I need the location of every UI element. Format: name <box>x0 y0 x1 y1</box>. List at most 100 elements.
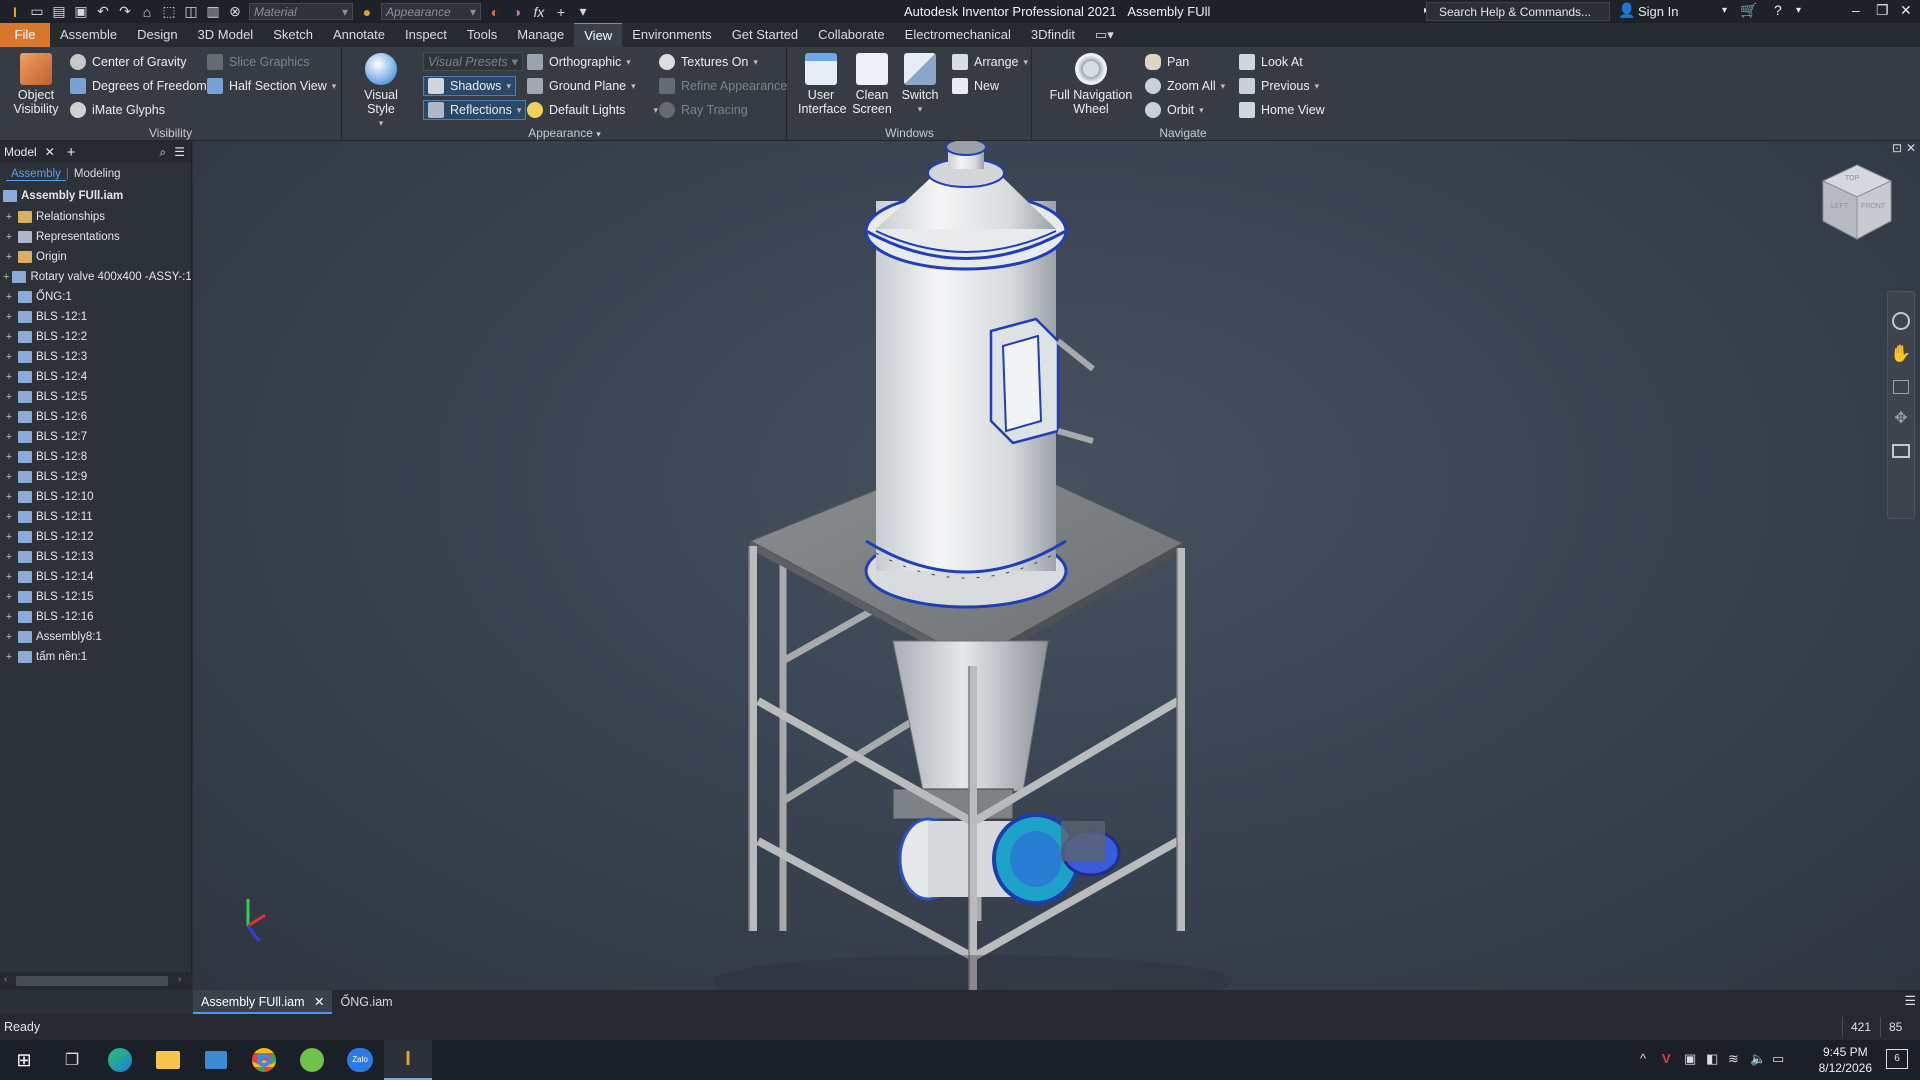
zoom-all-button[interactable]: Zoom All ▾ <box>1145 78 1225 94</box>
new-window-button[interactable]: New <box>952 78 999 94</box>
tree-node[interactable]: + BLS -12:15 <box>0 587 191 607</box>
tray-display-icon[interactable]: ◧ <box>1706 1051 1718 1067</box>
tree-node[interactable]: + BLS -12:16 <box>0 607 191 627</box>
close-circle-icon[interactable]: ⊗ <box>224 3 246 20</box>
tree-node[interactable]: + BLS -12:7 <box>0 427 191 447</box>
pan-hand-icon[interactable]: ✋ <box>1888 344 1914 364</box>
tree-node[interactable]: + BLS -12:12 <box>0 527 191 547</box>
expand-icon[interactable]: + <box>3 431 15 443</box>
degrees-of-freedom-button[interactable]: Degrees of Freedom <box>70 78 207 94</box>
app-taskbar-button[interactable] <box>192 1040 240 1080</box>
task-view-button[interactable]: ❐ <box>48 1040 96 1080</box>
expand-icon[interactable]: + <box>3 371 15 383</box>
tab-sketch[interactable]: Sketch <box>263 23 323 47</box>
tray-overflow-icon[interactable]: ^ <box>1640 1051 1646 1066</box>
tab-view[interactable]: View <box>574 23 623 47</box>
tab-annotate[interactable]: Annotate <box>323 23 395 47</box>
expand-icon[interactable]: + <box>3 351 15 363</box>
scrollbar-thumb[interactable] <box>16 976 168 986</box>
steering-wheel-icon[interactable] <box>1892 312 1910 330</box>
browser-menu-icon[interactable]: ☰ <box>170 145 189 159</box>
tab-design[interactable]: Design <box>127 23 187 47</box>
expand-icon[interactable]: + <box>3 611 15 623</box>
update-icon[interactable]: ▥ <box>202 3 224 20</box>
tree-node[interactable]: + Representations <box>0 227 191 247</box>
slice-graphics-button[interactable]: Slice Graphics <box>207 54 310 70</box>
chrome-taskbar-button[interactable] <box>240 1040 288 1080</box>
document-tab-assembly[interactable]: Assembly FUll.iam ✕ <box>193 990 333 1014</box>
tree-node[interactable]: + Rotary valve 400x400 -ASSY-:1 <box>0 267 191 287</box>
browser-search-icon[interactable]: ⌕ <box>156 145 171 160</box>
help-dropdown-icon[interactable]: ▾ <box>1796 5 1801 16</box>
home-view-button[interactable]: Home View <box>1239 102 1325 118</box>
clean-screen-button[interactable]: Clean Screen <box>850 53 894 116</box>
tree-node[interactable]: + BLS -12:2 <box>0 327 191 347</box>
volume-icon[interactable]: 🔈 <box>1750 1051 1766 1067</box>
close-document-tab-icon[interactable]: ✕ <box>314 995 324 1009</box>
tab-3dfindit[interactable]: 3Dfindit <box>1021 23 1085 47</box>
tree-node[interactable]: + BLS -12:11 <box>0 507 191 527</box>
assembly-subtab[interactable]: Assembly <box>6 168 66 181</box>
tree-node[interactable]: + Relationships <box>0 207 191 227</box>
measure-icon[interactable]: ◫ <box>180 3 202 20</box>
tree-node[interactable]: + BLS -12:3 <box>0 347 191 367</box>
viewport-maximize-icon[interactable]: ⊡ <box>1892 141 1902 155</box>
browser-horizontal-scrollbar[interactable]: ‹ › <box>0 972 192 990</box>
tab-electromechanical[interactable]: Electromechanical <box>895 23 1021 47</box>
document-tabs-menu-icon[interactable]: ☰ <box>1904 993 1916 1009</box>
graphics-viewport[interactable]: TOP LEFT FRONT ✋ ✥ ⊡ ✕ <box>193 141 1920 990</box>
tray-monitor-icon[interactable]: ▣ <box>1684 1051 1696 1067</box>
clear-appearance-icon[interactable]: ◑ <box>506 4 528 20</box>
ribbon-extra-toggle-icon[interactable]: ▭▾ <box>1085 23 1124 47</box>
notification-center-button[interactable]: 6 <box>1886 1049 1908 1069</box>
tree-node[interactable]: + BLS -12:6 <box>0 407 191 427</box>
material-dropdown[interactable]: Material ▾ <box>249 3 353 20</box>
tree-node[interactable]: + Origin <box>0 247 191 267</box>
new-file-icon[interactable]: ▭ <box>26 3 48 20</box>
customize-qat-icon[interactable]: ▾ <box>572 3 594 20</box>
adjust-appearance-icon[interactable]: ◐ <box>484 4 506 20</box>
refine-appearance-button[interactable]: Refine Appearance <box>659 78 787 94</box>
document-tab-ong[interactable]: ỐNG.iam <box>332 990 400 1014</box>
previous-button[interactable]: Previous ▾ <box>1239 78 1319 94</box>
expand-icon[interactable]: + <box>3 531 15 543</box>
imate-glyphs-button[interactable]: iMate Glyphs <box>70 102 165 118</box>
save-icon[interactable]: ▣ <box>70 3 92 20</box>
expand-icon[interactable]: + <box>3 491 15 503</box>
pan-button[interactable]: Pan <box>1145 54 1189 70</box>
visual-style-button[interactable]: Visual Style ▾ <box>349 53 413 130</box>
orthographic-button[interactable]: Orthographic ▾ <box>527 54 631 70</box>
redo-icon[interactable]: ↷ <box>114 3 136 20</box>
tree-node[interactable]: + BLS -12:8 <box>0 447 191 467</box>
tree-node[interactable]: + BLS -12:13 <box>0 547 191 567</box>
tab-get-started[interactable]: Get Started <box>722 23 808 47</box>
search-help-input[interactable]: Search Help & Commands... <box>1426 2 1610 21</box>
expand-icon[interactable]: + <box>3 271 9 283</box>
tab-inspect[interactable]: Inspect <box>395 23 457 47</box>
look-at-nav-icon[interactable] <box>1892 444 1910 458</box>
default-lights-button[interactable]: Default Lights ▾ <box>527 102 658 118</box>
close-icon[interactable]: ✕ <box>1900 2 1912 19</box>
open-file-icon[interactable]: ▤ <box>48 3 70 20</box>
add-icon[interactable]: + <box>550 4 572 20</box>
orbit-button[interactable]: Orbit ▾ <box>1145 102 1204 118</box>
ray-tracing-button[interactable]: Ray Tracing <box>659 102 748 118</box>
full-navigation-wheel-button[interactable]: Full Navigation Wheel <box>1043 53 1139 116</box>
model-tab[interactable]: Model <box>0 145 41 159</box>
undo-icon[interactable]: ↶ <box>92 3 114 20</box>
reflections-button[interactable]: Reflections ▾ <box>423 100 527 120</box>
expand-icon[interactable]: + <box>3 451 15 463</box>
fx-parameters-icon[interactable]: fx <box>528 4 550 20</box>
expand-icon[interactable]: + <box>3 251 15 263</box>
ground-plane-button[interactable]: Ground Plane ▾ <box>527 78 636 94</box>
expand-icon[interactable]: + <box>3 311 15 323</box>
cart-icon[interactable]: 🛒 <box>1740 2 1757 19</box>
expand-icon[interactable]: + <box>3 551 15 563</box>
expand-icon[interactable]: + <box>3 211 15 223</box>
tray-app-icon[interactable]: V <box>1662 1051 1671 1066</box>
expand-icon[interactable]: + <box>3 571 15 583</box>
tree-node[interactable]: + BLS -12:9 <box>0 467 191 487</box>
expand-icon[interactable]: + <box>3 331 15 343</box>
shadows-button[interactable]: Shadows ▾ <box>423 76 516 96</box>
tab-3d-model[interactable]: 3D Model <box>188 23 264 47</box>
